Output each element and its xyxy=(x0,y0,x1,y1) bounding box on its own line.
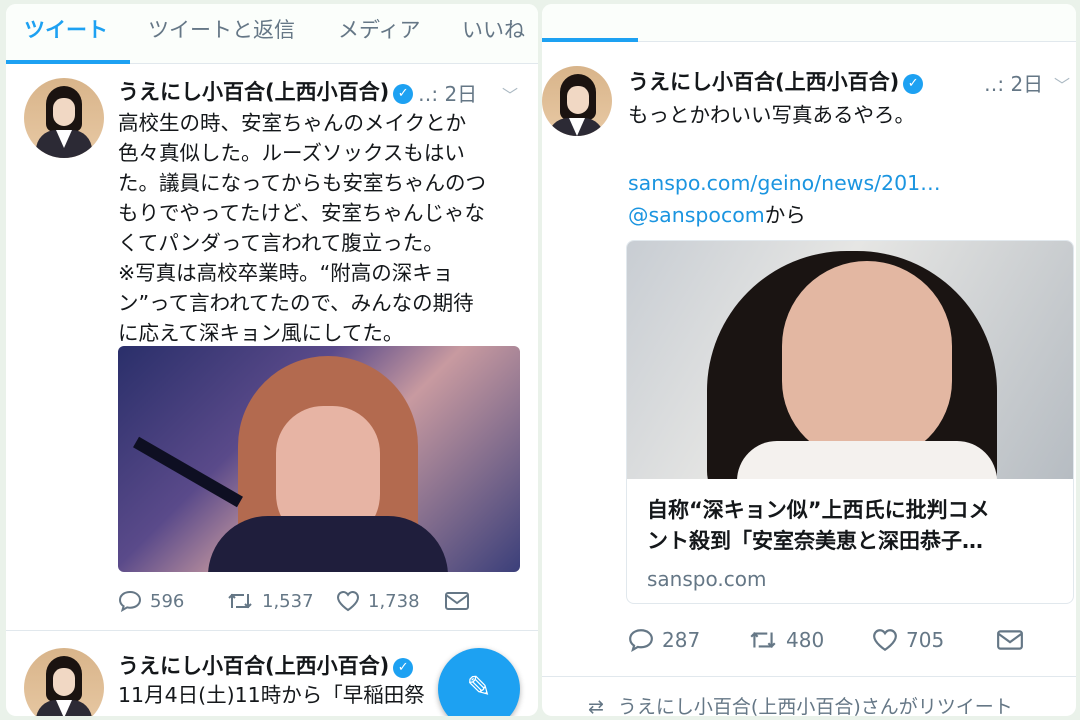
tab-tweets[interactable]: ツイート xyxy=(24,14,108,44)
tweet-photo[interactable] xyxy=(118,346,520,572)
chevron-down-icon[interactable]: ﹀ xyxy=(1054,72,1070,96)
tweet-link[interactable]: sanspo.com/geino/news/201… xyxy=(628,168,941,198)
author-name[interactable]: うえにし小百合(上西小百合) ✓ xyxy=(118,650,414,680)
like-icon xyxy=(873,629,897,652)
retweet-button[interactable]: 1,537 xyxy=(226,590,314,612)
reply-icon xyxy=(629,629,653,652)
retweet-icon xyxy=(228,593,252,609)
tweet-text: 高校生の時、安室ちゃんのメイクとか 色々真似した。ルーズソックスもはい た。議員… xyxy=(118,111,486,345)
retweet-count: 1,537 xyxy=(262,591,314,612)
tweet-text: 11月4日(土)11時から「早稲田祭 xyxy=(118,683,425,707)
tab-tweets-and-replies[interactable]: ツイートと返信 xyxy=(148,14,295,44)
link-card-title-line2: ント殺到「安室奈美恵と深田恭子… xyxy=(647,529,983,553)
tweet-time: ‥: 2日 xyxy=(418,82,478,106)
like-button[interactable]: 1,738 xyxy=(336,590,420,612)
like-button[interactable]: 705 xyxy=(872,628,944,652)
reply-count: 287 xyxy=(662,628,701,652)
tweet-text: もっとかわいい写真あるやろ。 xyxy=(628,103,915,127)
reply-button[interactable]: 287 xyxy=(628,628,700,652)
retweet-count: 480 xyxy=(786,628,825,652)
reply-count: 596 xyxy=(150,591,185,612)
compose-button[interactable]: ✎ xyxy=(438,648,520,716)
retweet-button[interactable]: 480 xyxy=(748,628,824,652)
tweet-divider xyxy=(542,676,1076,677)
tweet-time: ‥: 2日 xyxy=(984,72,1044,96)
dm-icon xyxy=(445,592,469,610)
retweeted-by-text: うえにし小百合(上西小百合)さんがリツイート xyxy=(617,696,1013,716)
avatar[interactable] xyxy=(542,66,612,136)
avatar[interactable] xyxy=(24,78,104,158)
like-count: 1,738 xyxy=(368,591,420,612)
profile-timeline-left: ツイート ツイートと返信 メディア いいね うえにし小百合(上西小百合) ✓ ‥:… xyxy=(6,4,538,716)
verified-icon: ✓ xyxy=(393,84,414,104)
active-tab-indicator xyxy=(6,60,130,64)
link-card[interactable]: 自称“深キョン似”上西氏に批判コメ ント殺到「安室奈美恵と深田恭子… sansp… xyxy=(626,240,1074,604)
verified-icon: ✓ xyxy=(393,658,414,678)
profile-tabs: ツイート ツイートと返信 メディア いいね xyxy=(6,4,538,64)
verified-icon: ✓ xyxy=(903,74,924,94)
active-tab-indicator xyxy=(542,38,638,42)
chevron-down-icon[interactable]: ﹀ xyxy=(502,82,518,106)
compose-icon: ✎ xyxy=(466,670,492,705)
like-count: 705 xyxy=(906,628,945,652)
profile-tabs-scrolled xyxy=(542,4,1076,42)
retweet-icon xyxy=(750,632,776,648)
tweet-detail-right: うえにし小百合(上西小百合) ✓ ‥: 2日 ﹀ もっとかわいい写真あるやろ。 s… xyxy=(542,4,1076,716)
via-suffix: から xyxy=(764,203,806,227)
tab-media[interactable]: メディア xyxy=(338,14,421,44)
via-handle-link[interactable]: @sanspocom xyxy=(628,203,765,227)
dm-button[interactable] xyxy=(444,590,478,612)
link-card-domain: sanspo.com xyxy=(647,567,767,591)
author-name-text: うえにし小百合(上西小百合) xyxy=(118,80,390,104)
via-line: @sanspocomから xyxy=(628,200,806,230)
link-card-title-line1: 自称“深キョン似”上西氏に批判コメ xyxy=(647,498,990,522)
avatar[interactable] xyxy=(24,648,104,716)
tab-likes[interactable]: いいね xyxy=(462,14,525,44)
dm-icon xyxy=(997,630,1023,650)
author-name-text: うえにし小百合(上西小百合) xyxy=(118,654,390,678)
dm-button[interactable] xyxy=(996,628,1032,652)
author-name[interactable]: うえにし小百合(上西小百合) ✓ xyxy=(628,66,924,96)
link-card-image xyxy=(627,241,1073,479)
retweet-small-icon: ⇄ xyxy=(588,696,604,716)
tweet-divider xyxy=(6,630,538,631)
retweeted-by: ⇄ うえにし小百合(上西小百合)さんがリツイート xyxy=(588,692,1076,716)
author-name-text: うえにし小百合(上西小百合) xyxy=(628,70,900,94)
author-name[interactable]: うえにし小百合(上西小百合) ✓ xyxy=(118,76,414,106)
reply-icon xyxy=(118,590,142,613)
like-icon xyxy=(336,590,360,612)
reply-button[interactable]: 596 xyxy=(118,590,185,613)
link-card-title: 自称“深キョン似”上西氏に批判コメ ント殺到「安室奈美恵と深田恭子… xyxy=(647,495,1057,557)
